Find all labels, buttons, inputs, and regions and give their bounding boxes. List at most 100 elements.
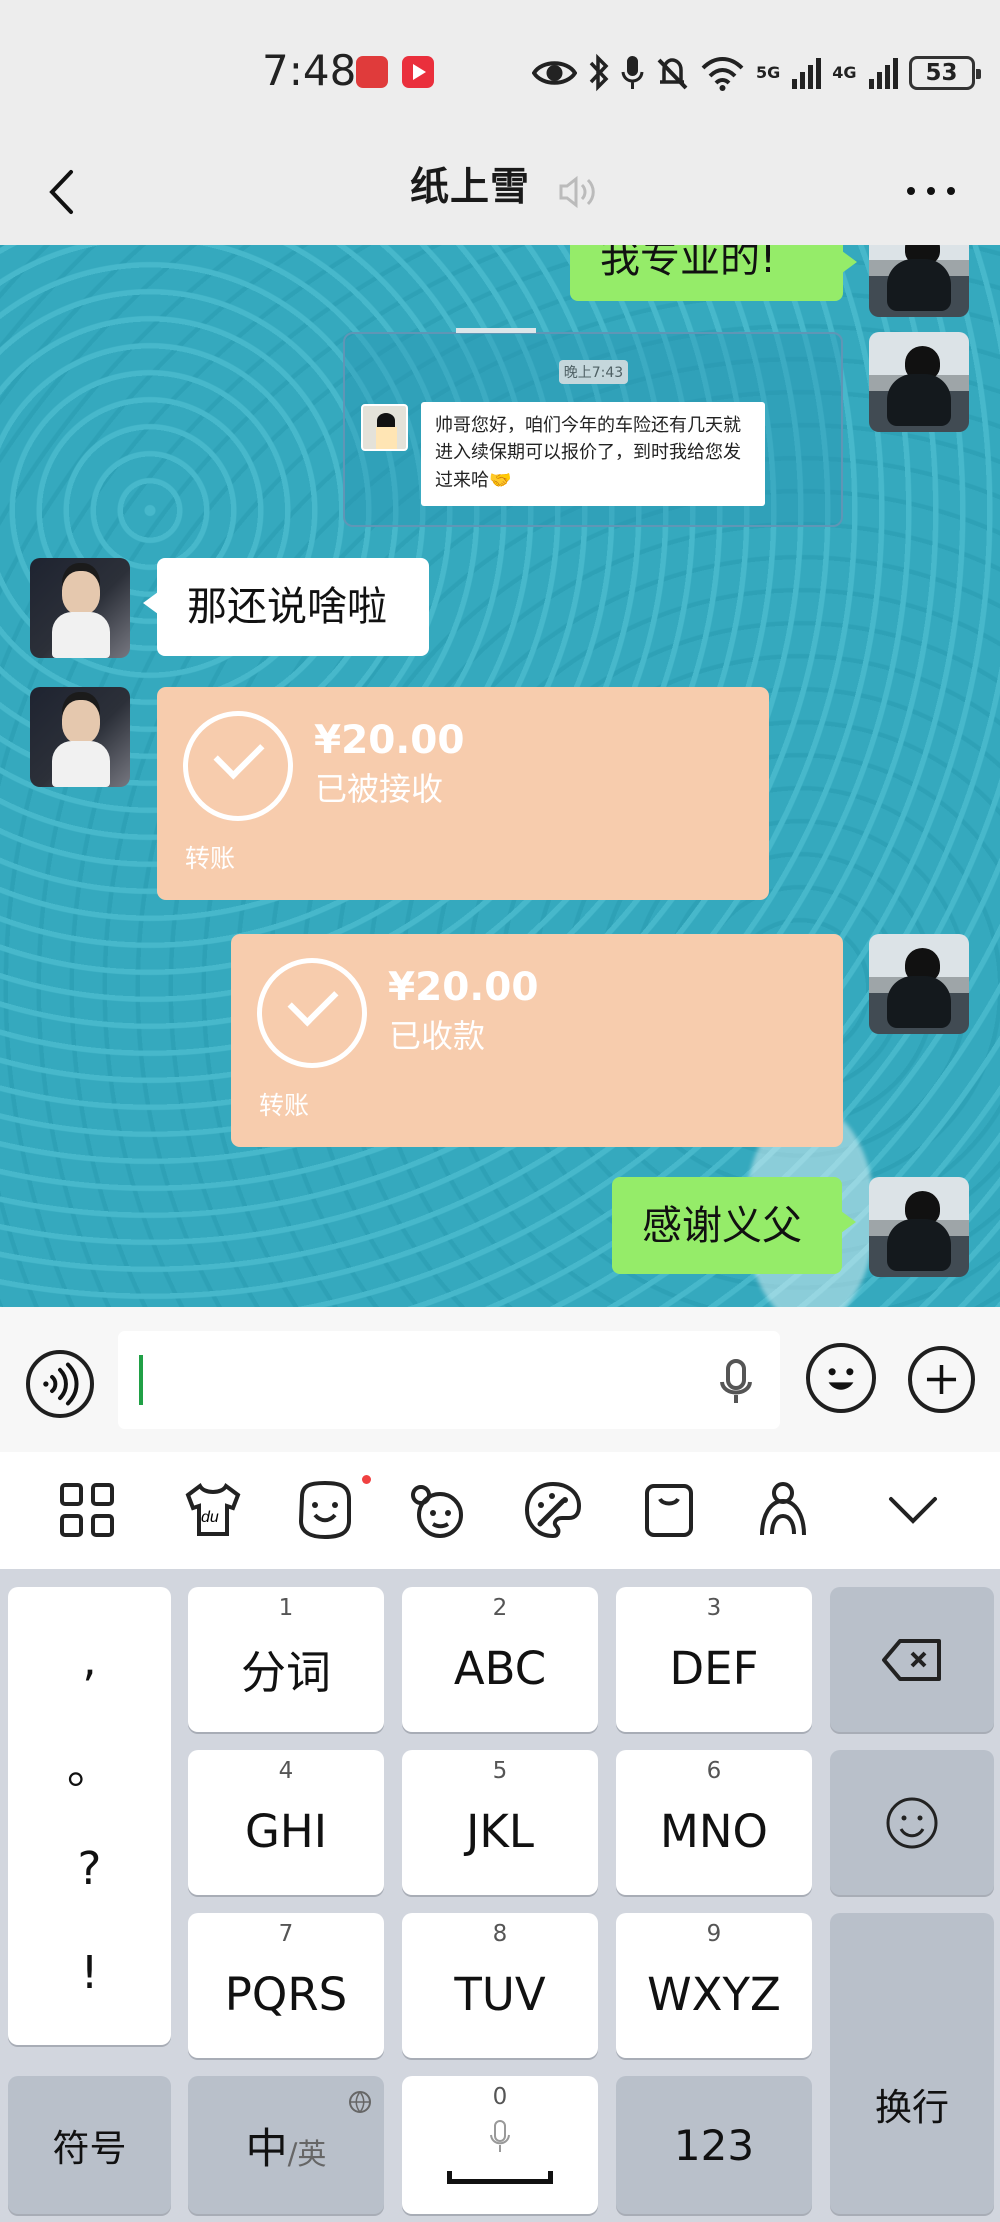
message-text: 我专业的! [600, 245, 777, 282]
status-time: 7:48 [262, 46, 357, 95]
newline-key[interactable]: 换行 [830, 1913, 994, 2214]
backspace-icon [882, 1638, 941, 1681]
punctuation-column[interactable]: , 。 ? ! [8, 1587, 171, 2045]
language-english-label: /英 [287, 2137, 327, 2171]
eye-icon [532, 60, 577, 85]
transfer-amount: ¥20.00 [388, 965, 539, 1010]
signal-4g-icon [868, 58, 898, 89]
signal-5g-icon [792, 58, 822, 89]
check-icon [183, 711, 293, 821]
key-3[interactable]: 3 DEF [616, 1587, 812, 1732]
space-number: 0 [492, 2084, 508, 2110]
key-1[interactable]: 1 分词 [188, 1587, 384, 1732]
message-text: 那还说啥啦 [187, 584, 387, 630]
key-7[interactable]: 7 PQRS [188, 1913, 384, 2058]
emoji-key-icon [886, 1797, 938, 1848]
numbers-key[interactable]: 123 [616, 2076, 812, 2214]
space-bar-icon [447, 2171, 553, 2184]
key-label: PQRS [224, 1968, 348, 2021]
app-notification-icon [356, 56, 388, 88]
my-avatar[interactable] [869, 1177, 969, 1277]
key-label: MNO [660, 1805, 768, 1858]
voice-keyboard-icon [490, 2120, 510, 2152]
skin-shirt-icon[interactable]: du [180, 1477, 246, 1543]
key-number: 1 [278, 1595, 294, 1621]
language-chinese-label: 中 [245, 2123, 288, 2173]
globe-icon [349, 2091, 371, 2113]
wifi-icon [701, 56, 744, 91]
key-4[interactable]: 4 GHI [188, 1750, 384, 1895]
key-2[interactable]: 2 ABC [402, 1587, 598, 1732]
space-key[interactable]: 0 [402, 2076, 598, 2214]
video-app-icon [402, 56, 434, 88]
punctuation-question[interactable]: ? [78, 1839, 102, 1897]
network-5g-label: 5G [756, 63, 781, 82]
battery-indicator: 53 [908, 55, 981, 90]
emoji-face-icon[interactable] [292, 1477, 358, 1543]
emoji-icon[interactable] [806, 1343, 876, 1413]
network-4g-label: 4G [832, 63, 857, 82]
message-text: 感谢义父 [642, 1202, 802, 1249]
key-number: 6 [706, 1758, 722, 1784]
clipboard-icon[interactable] [636, 1477, 702, 1543]
key-number: 4 [278, 1758, 294, 1784]
voice-input-icon[interactable] [26, 1350, 94, 1418]
microphone-status-icon [621, 56, 644, 89]
text-cursor [139, 1355, 143, 1405]
key-label: ABC [453, 1642, 547, 1695]
key-6[interactable]: 6 MNO [616, 1750, 812, 1895]
collapse-keyboard-icon[interactable] [880, 1477, 946, 1543]
my-avatar[interactable] [869, 934, 969, 1034]
language-switch-key[interactable]: 中/英 [188, 2076, 384, 2214]
avatar-creator-icon[interactable] [750, 1477, 816, 1543]
contact-message-bubble[interactable]: 那还说啥啦 [143, 558, 429, 656]
my-message-bubble[interactable]: 我专业的! [570, 245, 857, 301]
more-options-icon[interactable] [900, 170, 962, 212]
key-number: 5 [492, 1758, 508, 1784]
message-input[interactable] [118, 1331, 780, 1429]
key-number: 9 [706, 1921, 722, 1947]
key-number: 8 [492, 1921, 508, 1947]
screenshot-time-label: 晚上7:43 [559, 360, 628, 384]
contact-avatar[interactable] [30, 558, 130, 658]
key-5[interactable]: 5 JKL [402, 1750, 598, 1895]
transfer-card-received[interactable]: ¥20.00 已被接收 转账 [157, 687, 769, 900]
screenshot-image-message[interactable]: 晚上7:43 帅哥您好，咱们今年的车险还有几天就进入续保期可以报价了，到时我给您… [343, 328, 843, 527]
sticker-icon[interactable] [407, 1477, 473, 1543]
key-number: 7 [278, 1921, 294, 1947]
key-8[interactable]: 8 TUV [402, 1913, 598, 2058]
transfer-label: 转账 [259, 1091, 310, 1120]
microphone-icon[interactable] [715, 1358, 757, 1406]
plus-icon[interactable] [908, 1346, 975, 1413]
emoji-key[interactable] [830, 1750, 994, 1895]
my-avatar[interactable] [869, 332, 969, 432]
transfer-label: 转账 [185, 844, 236, 873]
punctuation-exclamation[interactable]: ! [80, 1944, 98, 2002]
battery-level: 53 [925, 59, 958, 86]
contact-avatar[interactable] [30, 687, 130, 787]
status-icons: 5G 4G 53 [532, 50, 981, 95]
my-message-bubble[interactable]: 感谢义父 [612, 1177, 856, 1274]
punctuation-comma[interactable]: , [82, 1630, 96, 1688]
key-9[interactable]: 9 WXYZ [616, 1913, 812, 2058]
message-input-bar [0, 1307, 1000, 1452]
app-grid-icon[interactable] [54, 1477, 120, 1543]
key-label: GHI [245, 1805, 327, 1858]
screenshot-message-text: 帅哥您好，咱们今年的车险还有几天就进入续保期可以报价了，到时我给您发过来哈🤝 [421, 402, 765, 506]
notification-dot [362, 1475, 371, 1484]
silent-bell-icon [657, 57, 688, 89]
symbols-key[interactable]: 符号 [8, 2076, 171, 2214]
key-label: TUV [454, 1968, 546, 2021]
chat-message-area[interactable]: 我专业的! 晚上7:43 帅哥您好，咱们今年的车险还有几天就进入续保期可以报价了… [0, 245, 1000, 1307]
punctuation-period[interactable]: 。 [67, 1735, 112, 1794]
my-avatar[interactable] [869, 245, 969, 317]
t9-keyboard: , 。 ? ! 1 分词 2 ABC 3 DEF 4 GHI 5 JKL 6 MNO 7 PQ… [0, 1569, 1000, 2222]
keyboard-toolbar: du [0, 1452, 1000, 1569]
key-label: 分词 [240, 1646, 331, 1699]
wechat-chat-screen: 7:48 5G 4G 53 纸上雪 我专业的! 晚上7:43 帅哥您好，咱们今年… [0, 0, 1000, 2222]
transfer-card-accepted[interactable]: ¥20.00 已收款 转账 [231, 934, 843, 1147]
delete-key[interactable] [830, 1587, 994, 1732]
palette-icon[interactable] [520, 1477, 586, 1543]
chat-title: 纸上雪 [409, 165, 530, 210]
key-label: WXYZ [647, 1968, 781, 2021]
